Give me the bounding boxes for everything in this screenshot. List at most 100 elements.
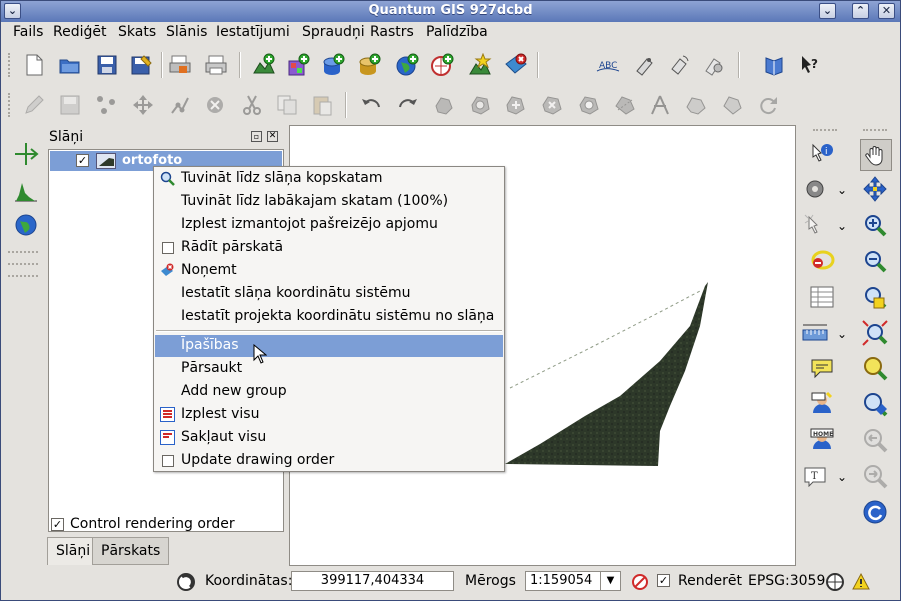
update-drawing-order-checkbox[interactable] (162, 455, 174, 467)
print-icon[interactable] (203, 52, 229, 78)
whats-this-icon[interactable]: ? (797, 52, 823, 78)
menu-spraudni[interactable]: Spraudņi (302, 24, 365, 40)
map-tips-icon[interactable] (809, 355, 835, 381)
help-contents-icon[interactable] (761, 52, 787, 78)
zoom-to-selection-icon[interactable] (862, 320, 888, 346)
toolbar-grip[interactable] (863, 129, 887, 132)
menu-item-set-project-crs[interactable]: Iestatīt projekta koordinātu sistēmu no … (155, 306, 503, 328)
chevron-down-icon[interactable]: ⌄ (837, 183, 847, 197)
menu-item-remove[interactable]: Noņemt (155, 260, 503, 282)
coordinates-field[interactable]: 399117,404334 (291, 571, 454, 591)
menu-item-stretch-extent[interactable]: Izplest izmantojot pašreizējo apjomu (155, 214, 503, 236)
zoom-to-layer-icon[interactable] (862, 355, 888, 381)
close-button[interactable]: ✕ (878, 3, 895, 19)
delete-ring-icon[interactable] (539, 92, 565, 118)
layer-visibility-checkbox[interactable]: ✓ (76, 154, 89, 167)
deselect-icon[interactable] (809, 248, 835, 274)
save-project-icon[interactable] (94, 52, 120, 78)
add-ring-icon[interactable] (467, 92, 493, 118)
toolbar-grip[interactable] (8, 53, 11, 77)
add-point-icon[interactable] (93, 92, 119, 118)
save-as-icon[interactable] (129, 52, 155, 78)
menu-item-collapse-all[interactable]: Sakļaut visu (155, 427, 503, 449)
attribute-table-icon[interactable] (809, 284, 835, 310)
control-rendering-checkbox[interactable]: ✓ (51, 518, 64, 531)
zoom-next-icon[interactable] (862, 463, 888, 489)
print-composer-icon[interactable] (167, 52, 193, 78)
copy-features-icon[interactable] (274, 92, 300, 118)
toolbar-grip[interactable] (813, 129, 837, 132)
redo-icon[interactable] (395, 92, 421, 118)
rotate-point-symbols-icon[interactable] (755, 92, 781, 118)
measure-line-icon[interactable] (802, 320, 828, 346)
render-checkbox[interactable]: ✓ (657, 574, 670, 587)
minimize-button[interactable]: ⌄ (819, 3, 836, 19)
zoom-native-icon[interactable] (862, 391, 888, 417)
new-bookmark-icon[interactable] (809, 391, 835, 417)
menu-item-update-drawing-order[interactable]: Update drawing order (155, 450, 503, 472)
scale-combobox[interactable]: 1:159054 ▼ (525, 571, 621, 591)
menu-fails[interactable]: Fails (13, 24, 43, 40)
menu-item-add-group[interactable]: Add new group (155, 381, 503, 403)
add-raster-layer-icon[interactable] (286, 52, 312, 78)
add-spatialite-layer-icon[interactable] (357, 52, 383, 78)
paste-features-icon[interactable] (309, 92, 335, 118)
menu-rediget[interactable]: Rediģēt (53, 24, 106, 40)
tab-parskats[interactable]: Pārskats (92, 537, 170, 565)
refresh-icon[interactable] (862, 499, 888, 525)
select-features-icon[interactable] (802, 212, 828, 238)
delete-part-icon[interactable] (576, 92, 602, 118)
coordinate-toggle-icon[interactable] (173, 569, 199, 595)
delete-selected-icon[interactable] (202, 92, 228, 118)
chevron-down-icon[interactable]: ⌄ (837, 219, 847, 233)
menu-item-show-in-overview[interactable]: Rādīt pārskatā (155, 237, 503, 259)
menu-slanis[interactable]: Slānis (166, 24, 207, 40)
dock-close-icon[interactable]: ✕ (267, 131, 278, 142)
move-label-icon[interactable] (631, 52, 657, 78)
save-edits-icon[interactable] (57, 92, 83, 118)
menu-item-zoom-to-layer[interactable]: Tuvināt līdz slāņa kopskatam (155, 168, 503, 190)
rotate-label-icon[interactable] (666, 52, 692, 78)
pan-hand-icon[interactable] (860, 139, 892, 171)
reshape-features-icon[interactable] (612, 92, 638, 118)
chevron-down-icon[interactable]: ⌄ (837, 470, 847, 484)
settings-gear-icon[interactable] (802, 176, 828, 202)
remove-layer-icon[interactable] (503, 52, 529, 78)
menu-skats[interactable]: Skats (118, 24, 156, 40)
crs-label[interactable]: EPSG:3059 (748, 573, 825, 589)
maximize-button[interactable]: ⌃ (852, 3, 869, 19)
undo-icon[interactable] (358, 92, 384, 118)
labeling-icon[interactable]: ABC (595, 52, 621, 78)
node-move-icon[interactable] (719, 92, 745, 118)
zoom-last-icon[interactable] (862, 427, 888, 453)
node-tool-icon[interactable] (167, 92, 193, 118)
menu-item-properties[interactable]: Īpašības (155, 335, 503, 357)
zoom-full-icon[interactable] (862, 284, 888, 310)
dock-float-icon[interactable]: ▫ (251, 131, 262, 142)
add-postgis-layer-icon[interactable] (321, 52, 347, 78)
projection-status-icon[interactable] (822, 569, 848, 595)
split-features-icon[interactable] (647, 92, 673, 118)
menu-item-set-layer-crs[interactable]: Iestatīt slāņa koordinātu sistēmu (155, 283, 503, 305)
stop-rendering-icon[interactable] (627, 569, 653, 595)
zoom-out-icon[interactable] (862, 248, 888, 274)
add-part-icon[interactable] (503, 92, 529, 118)
merge-features-icon[interactable] (683, 92, 709, 118)
chevron-down-icon[interactable]: ▼ (600, 572, 620, 590)
add-vector-layer-icon[interactable] (251, 52, 277, 78)
text-annotation-icon[interactable]: T (802, 463, 828, 489)
toggle-editing-icon[interactable] (21, 92, 47, 118)
zoom-in-icon[interactable] (862, 212, 888, 238)
menu-item-zoom-best-scale[interactable]: Tuvināt līdz labākajam skatam (100%) (155, 191, 503, 213)
menu-item-expand-all[interactable]: Izplest visu (155, 404, 503, 426)
pan-to-selection-icon[interactable] (862, 176, 888, 202)
identify-icon[interactable]: i (809, 141, 835, 167)
show-in-overview-checkbox[interactable] (162, 242, 174, 254)
chevron-down-icon[interactable]: ⌄ (837, 327, 847, 341)
menu-rastrs[interactable]: Rastrs (370, 24, 414, 40)
menu-item-rename[interactable]: Pārsaukt (155, 358, 503, 380)
new-vector-layer-icon[interactable] (467, 52, 493, 78)
cut-features-icon[interactable] (239, 92, 265, 118)
add-wms-layer-icon[interactable] (394, 52, 420, 78)
open-project-icon[interactable] (57, 52, 83, 78)
